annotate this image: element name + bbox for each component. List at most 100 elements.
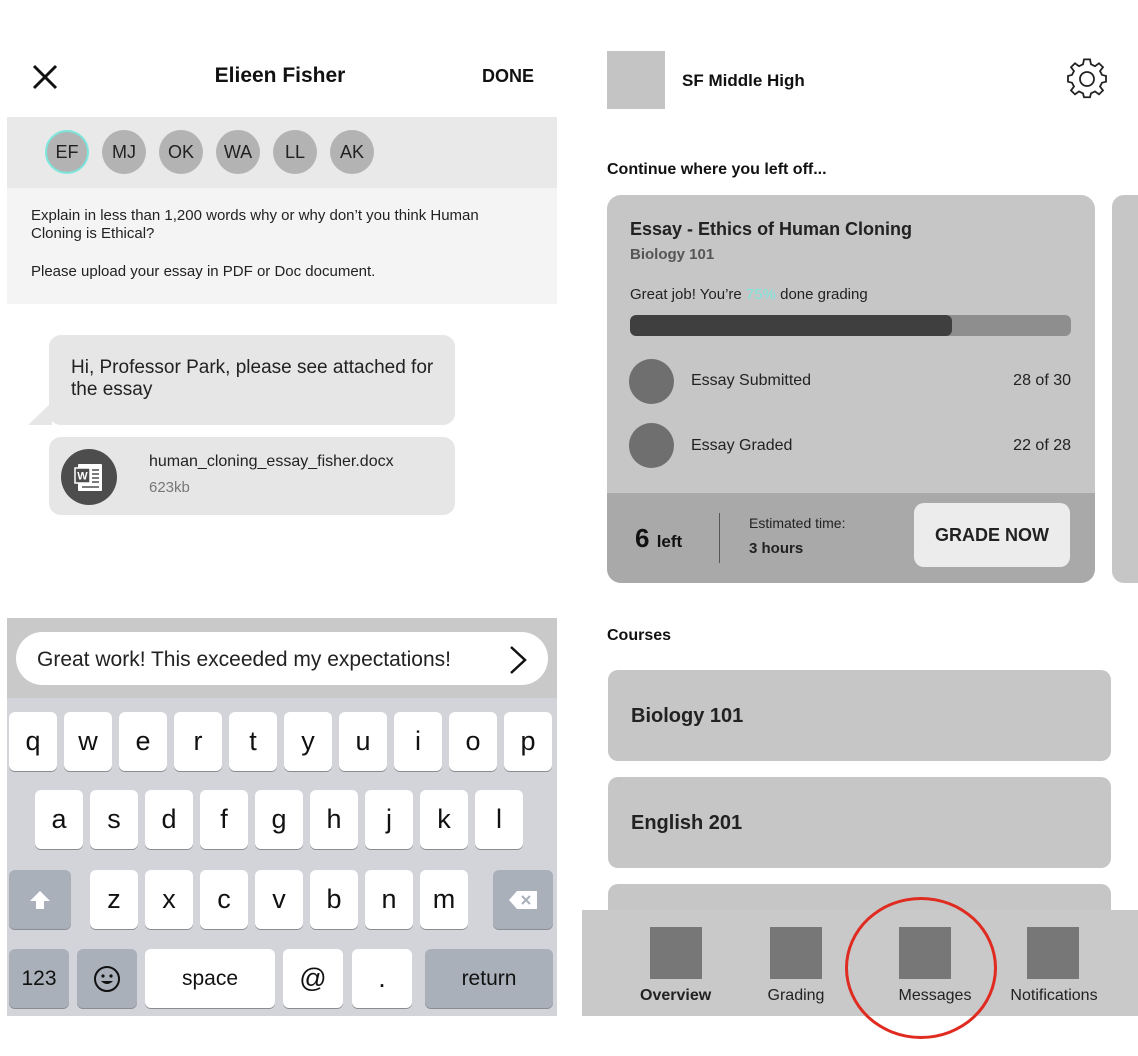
on-screen-keyboard: q w e r t y u i o p a s d f g h j k l z … xyxy=(7,698,557,1016)
course-card[interactable]: English 201 xyxy=(608,777,1111,868)
shift-key[interactable] xyxy=(9,870,71,929)
numbers-key[interactable]: 123 xyxy=(9,949,69,1008)
remaining-number: 6 xyxy=(635,523,650,553)
grading-card[interactable]: Essay - Ethics of Human Cloning Biology … xyxy=(607,195,1095,583)
svg-text:W: W xyxy=(77,471,88,483)
estimated-time-value: 3 hours xyxy=(749,540,804,557)
key[interactable]: n xyxy=(365,870,413,929)
key[interactable]: g xyxy=(255,790,303,849)
remaining-label: left xyxy=(656,532,683,551)
overview-screen: SF Middle High Continue where you left o… xyxy=(582,0,1138,1056)
key[interactable]: c xyxy=(200,870,248,929)
key[interactable]: k xyxy=(420,790,468,849)
notifications-tab-icon xyxy=(1027,927,1079,979)
messages-tab-icon xyxy=(899,927,951,979)
emoji-smiley-icon xyxy=(94,965,120,992)
prompt-instructions: Please upload your essay in PDF or Doc d… xyxy=(31,263,376,280)
stat-value: 22 of 28 xyxy=(1013,437,1071,454)
key[interactable]: v xyxy=(255,870,303,929)
space-key[interactable]: space xyxy=(145,949,275,1008)
progress-suffix: done grading xyxy=(775,286,868,303)
backspace-key[interactable] xyxy=(493,870,553,929)
send-chevron-icon[interactable] xyxy=(503,644,533,676)
key[interactable]: i xyxy=(394,712,442,771)
key[interactable]: r xyxy=(174,712,222,771)
key[interactable]: p xyxy=(504,712,552,771)
tab-messages[interactable]: Messages xyxy=(872,910,1002,1016)
grading-tab-icon xyxy=(770,927,822,979)
remaining-count: 6 left xyxy=(635,523,682,554)
conversation-title: Elieen Fisher xyxy=(214,64,346,87)
continue-heading: Continue where you left off... xyxy=(607,161,827,178)
key[interactable]: z xyxy=(90,870,138,929)
avatar[interactable]: MJ xyxy=(102,130,146,174)
assignment-course: Biology 101 xyxy=(630,246,715,263)
school-logo xyxy=(607,51,665,109)
progress-text: Great job! You’re 75% done grading xyxy=(630,286,868,303)
gear-icon[interactable] xyxy=(1066,58,1108,100)
at-key[interactable]: @ xyxy=(283,949,343,1008)
done-button[interactable]: DONE xyxy=(482,66,534,87)
attachment-size: 623kb xyxy=(149,479,190,496)
key[interactable]: j xyxy=(365,790,413,849)
close-icon[interactable] xyxy=(28,60,62,94)
course-card[interactable]: Biology 101 xyxy=(608,670,1111,761)
stat-value: 28 of 30 xyxy=(1013,372,1071,389)
key[interactable]: q xyxy=(9,712,57,771)
key[interactable]: x xyxy=(145,870,193,929)
next-card-peek[interactable] xyxy=(1112,195,1138,583)
avatar[interactable]: EF xyxy=(45,130,89,174)
progress-bar-fill xyxy=(630,315,952,336)
tab-label: Grading xyxy=(767,987,825,1004)
tab-grading[interactable]: Grading xyxy=(752,910,862,1016)
attachment-filename: human_cloning_essay_fisher.docx xyxy=(149,453,394,470)
message-screen: Elieen Fisher DONE EF MJ OK WA LL AK Exp… xyxy=(0,0,560,1056)
key[interactable]: w xyxy=(64,712,112,771)
tab-label: Messages xyxy=(898,987,972,1004)
reply-input[interactable]: Great work! This exceeded my expectation… xyxy=(16,632,548,685)
key[interactable]: s xyxy=(90,790,138,849)
tab-overview[interactable]: Overview xyxy=(622,910,732,1016)
key[interactable]: m xyxy=(420,870,468,929)
assignment-prompt: Explain in less than 1,200 words why or … xyxy=(7,188,557,304)
key[interactable]: e xyxy=(119,712,167,771)
key[interactable]: d xyxy=(145,790,193,849)
grade-now-button[interactable]: GRADE NOW xyxy=(914,503,1070,567)
emoji-key[interactable] xyxy=(77,949,137,1008)
attachment-card[interactable]: W human_cloning_essay_fisher.docx 623kb xyxy=(49,437,455,515)
avatar[interactable]: LL xyxy=(273,130,317,174)
period-key[interactable]: . xyxy=(352,949,412,1008)
school-name: SF Middle High xyxy=(682,71,805,90)
participant-strip: EF MJ OK WA LL AK xyxy=(7,117,557,188)
return-key[interactable]: return xyxy=(425,949,553,1008)
courses-heading: Courses xyxy=(607,627,672,644)
key[interactable]: t xyxy=(229,712,277,771)
key[interactable]: o xyxy=(449,712,497,771)
key[interactable]: y xyxy=(284,712,332,771)
progress-bar xyxy=(630,315,1071,336)
avatar[interactable]: AK xyxy=(330,130,374,174)
avatar[interactable]: WA xyxy=(216,130,260,174)
avatar[interactable]: OK xyxy=(159,130,203,174)
stat-label: Essay Graded xyxy=(691,437,793,454)
key[interactable]: l xyxy=(475,790,523,849)
key[interactable]: u xyxy=(339,712,387,771)
progress-percent: 75% xyxy=(745,286,776,303)
grading-card-footer: 6 left Estimated time: 3 hours GRADE NOW xyxy=(607,493,1095,583)
status-dot xyxy=(629,359,674,404)
key[interactable]: h xyxy=(310,790,358,849)
prompt-question: Explain in less than 1,200 words why or … xyxy=(31,207,479,242)
reply-bar: Great work! This exceeded my expectation… xyxy=(7,618,557,698)
divider xyxy=(719,513,720,563)
stat-label: Essay Submitted xyxy=(691,372,812,389)
overview-tab-icon xyxy=(650,927,702,979)
tab-notifications[interactable]: Notifications xyxy=(1002,910,1138,1016)
key[interactable]: b xyxy=(310,870,358,929)
key[interactable]: a xyxy=(35,790,83,849)
estimated-time-label: Estimated time: xyxy=(749,515,846,531)
shift-arrow-icon xyxy=(30,890,50,909)
message-bubble: Hi, Professor Park, please see attached … xyxy=(49,335,455,425)
assignment-title: Essay - Ethics of Human Cloning xyxy=(630,219,913,239)
key[interactable]: f xyxy=(200,790,248,849)
tab-label: Overview xyxy=(640,987,712,1004)
